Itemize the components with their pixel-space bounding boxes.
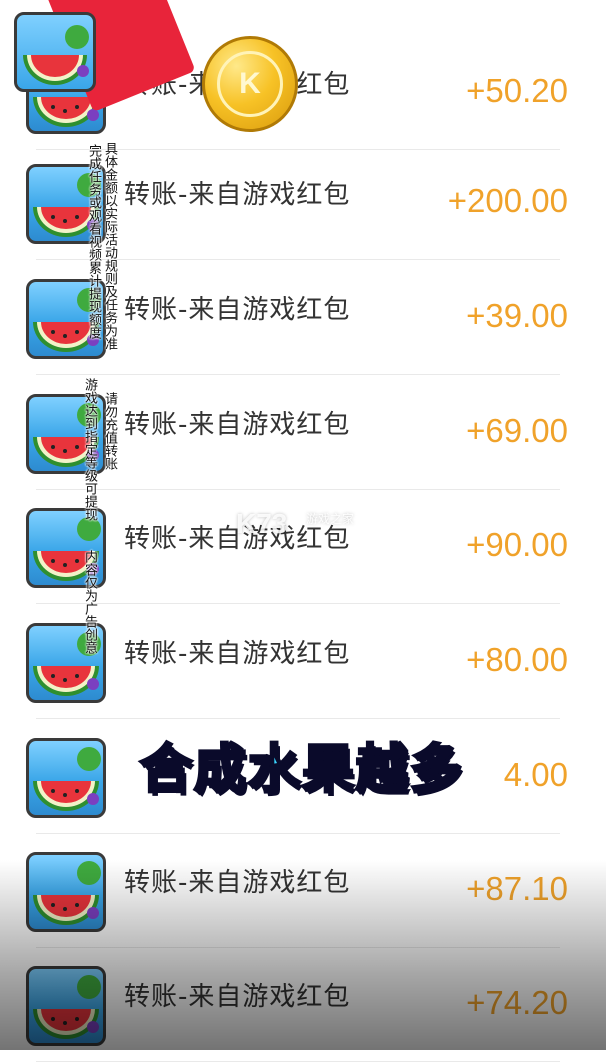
transaction-title: 转账-来自游戏红包 (124, 410, 351, 440)
disclaimer-col-5: 内容仅为广告创意 (82, 550, 97, 654)
transaction-amount: +69.00 (466, 412, 568, 449)
row-divider (36, 374, 560, 375)
row-divider (36, 718, 560, 719)
transaction-title: 转账-来自游戏红包 (124, 295, 351, 325)
watermelon-app-icon (14, 12, 96, 92)
disclaimer-col-3: 请勿充值转账 (102, 392, 117, 470)
promo-banner: 合成水果越多 (138, 738, 464, 801)
watermelon-app-icon (26, 738, 106, 818)
disclaimer-col-1: 具体金额以实际活动规则及任务为准 (102, 142, 117, 350)
transaction-title: 转账-来自游戏红包 (124, 982, 351, 1012)
transaction-amount: +200.00 (447, 182, 568, 219)
transaction-amount: +87.10 (466, 870, 568, 907)
coin-icon: K (202, 36, 298, 132)
watermelon-app-icon (26, 966, 106, 1046)
transaction-amount: +74.20 (466, 984, 568, 1021)
disclaimer-col-2: 完成任务或观看视频累计提现额度 (86, 144, 101, 339)
watermark-logo: K73 (236, 508, 288, 539)
transaction-amount: 4.00 (503, 756, 568, 793)
watermelon-app-icon (26, 852, 106, 932)
transaction-amount: +80.00 (466, 641, 568, 678)
transaction-amount: +39.00 (466, 297, 568, 334)
transaction-title: 转账-来自游戏红包 (124, 639, 351, 669)
row-divider (36, 603, 560, 604)
watermark-subtitle: 游戏之家 (306, 512, 355, 526)
transaction-title: 转账-来自游戏红包 (124, 868, 351, 898)
transaction-amount: +50.20 (466, 72, 568, 109)
transaction-amount: +90.00 (466, 526, 568, 563)
transaction-row[interactable]: 转账-来自游戏红包 +87.10 (0, 834, 606, 948)
transaction-row[interactable]: 转账-来自游戏红包 +74.20 (0, 948, 606, 1062)
disclaimer-col-4: 游戏达到指定等级可提现 (82, 378, 97, 521)
transaction-title: 转账-来自游戏红包 (124, 180, 351, 210)
